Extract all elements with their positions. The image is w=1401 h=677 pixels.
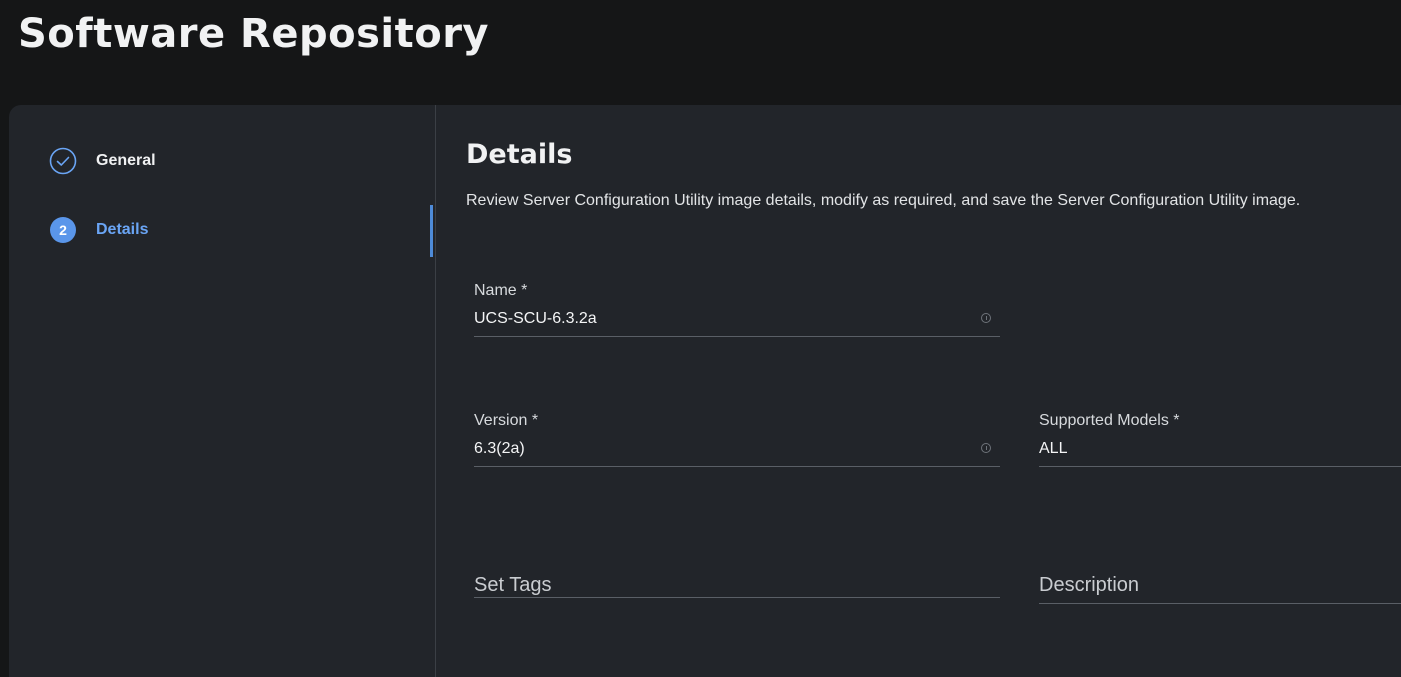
version-field[interactable]: Version * 6.3(2a)	[474, 412, 1000, 468]
version-label: Version *	[474, 412, 539, 429]
description-input[interactable]: Description	[1039, 574, 1139, 597]
step-details-label: Details	[96, 221, 149, 238]
section-title: Details	[466, 139, 573, 170]
set-tags-field[interactable]: Set Tags	[474, 571, 1000, 599]
info-icon[interactable]	[981, 443, 991, 453]
description-field[interactable]: Description	[1039, 571, 1401, 605]
name-underline	[474, 336, 1000, 337]
wizard-steps: General 2 Details	[9, 105, 436, 677]
check-circle-icon	[49, 147, 77, 175]
supported-models-input[interactable]: ALL	[1039, 440, 1067, 458]
step-details[interactable]: 2 Details	[49, 215, 148, 245]
section-description: Review Server Configuration Utility imag…	[466, 192, 1301, 209]
name-input[interactable]: UCS-SCU-6.3.2a	[474, 310, 597, 328]
supported-models-underline	[1039, 466, 1401, 467]
set-tags-underline	[474, 597, 1000, 598]
info-icon[interactable]	[981, 313, 991, 323]
wizard-panel: General 2 Details Details Review Server …	[9, 105, 1401, 677]
version-input[interactable]: 6.3(2a)	[474, 440, 525, 458]
active-step-indicator	[430, 205, 433, 257]
step-general-label: General	[96, 152, 156, 169]
page-title: Software Repository	[18, 11, 490, 57]
supported-models-label: Supported Models *	[1039, 412, 1180, 429]
version-underline	[474, 466, 1000, 467]
description-underline	[1039, 603, 1401, 604]
name-field[interactable]: Name * UCS-SCU-6.3.2a	[474, 282, 1000, 338]
set-tags-input[interactable]: Set Tags	[474, 574, 551, 597]
step-number-badge: 2	[50, 217, 76, 243]
step-general[interactable]: General	[49, 146, 156, 176]
name-label: Name *	[474, 282, 528, 299]
supported-models-field[interactable]: Supported Models * ALL	[1039, 412, 1401, 468]
details-section: Details Review Server Configuration Util…	[436, 105, 1401, 677]
